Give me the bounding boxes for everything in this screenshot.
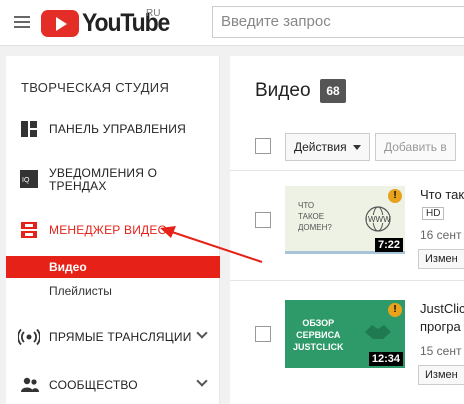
- sidebar-subitem-playlists[interactable]: Плейлисты: [6, 280, 220, 302]
- sidebar-item-community[interactable]: СООБЩЕСТВО: [6, 374, 220, 396]
- sidebar-heading: ТВОРЧЕСКАЯ СТУДИЯ: [21, 80, 170, 95]
- svg-text:IQ: IQ: [22, 177, 30, 184]
- select-all-checkbox[interactable]: [255, 138, 271, 154]
- video-thumbnail[interactable]: ОБЗОР СЕРВИСА JUSTCLICK ! 12:34: [285, 300, 405, 368]
- divider: [230, 170, 464, 171]
- menu-icon[interactable]: [14, 16, 30, 28]
- warning-icon: !: [388, 303, 402, 317]
- trends-icon: IQ: [20, 170, 38, 188]
- edit-button[interactable]: Измен: [418, 365, 464, 385]
- thumbnail-text: ОБЗОР СЕРВИСА JUSTCLICK: [293, 318, 344, 352]
- caret-down-icon: [352, 145, 361, 151]
- hd-badge: HD: [422, 207, 445, 220]
- video-date: 16 сент: [420, 228, 462, 242]
- video-list-panel: Видео 68 Действия Добавить в ЧТО ТАКОЕ Д…: [230, 56, 464, 404]
- sidebar-item-video-manager[interactable]: МЕНЕДЖЕР ВИДЕО: [6, 218, 220, 242]
- video-date: 15 сент: [420, 344, 462, 358]
- sidebar-item-label-line2: ТРЕНДАХ: [49, 179, 107, 193]
- region-label: RU: [146, 8, 161, 19]
- video-duration: 7:22: [374, 238, 403, 252]
- sidebar-item-dashboard[interactable]: ПАНЕЛЬ УПРАВЛЕНИЯ: [6, 118, 220, 140]
- sidebar-item-label: ПРЯМЫЕ ТРАНСЛЯЦИИ: [49, 330, 192, 344]
- sidebar-item-label: СООБЩЕСТВО: [49, 378, 138, 392]
- subitem-label: Видео: [49, 260, 87, 274]
- community-icon: [21, 377, 39, 392]
- video-count-badge: 68: [320, 79, 346, 103]
- video-thumbnail[interactable]: ЧТО ТАКОЕ ДОМЕН? WWW ! 7:22: [285, 186, 405, 254]
- chevron-down-icon[interactable]: [196, 375, 208, 387]
- sidebar-item-trends[interactable]: IQ УВЕДОМЛЕНИЯ О ТРЕНДАХ: [6, 164, 220, 194]
- add-to-label: Добавить в: [384, 140, 447, 154]
- divider: [230, 280, 464, 281]
- sidebar-item-label: ПАНЕЛЬ УПРАВЛЕНИЯ: [49, 122, 186, 136]
- add-to-button[interactable]: Добавить в: [375, 133, 456, 161]
- globe-icon: WWW: [365, 206, 391, 232]
- chevron-down-icon[interactable]: [196, 327, 208, 339]
- video-manager-icon: [21, 222, 37, 238]
- sidebar-item-label: МЕНЕДЖЕР ВИДЕО: [49, 223, 168, 237]
- video-title[interactable]: JustClick: [420, 301, 464, 316]
- actions-label: Действия: [294, 140, 347, 154]
- edit-button[interactable]: Измен: [418, 249, 464, 269]
- thumbnail-text: ЧТО ТАКОЕ ДОМЕН?: [298, 201, 332, 232]
- sidebar-item-live[interactable]: ПРЯМЫЕ ТРАНСЛЯЦИИ: [6, 326, 220, 348]
- svg-text:WWW: WWW: [368, 215, 391, 224]
- video-duration: 12:34: [368, 352, 403, 366]
- subitem-label: Плейлисты: [49, 284, 112, 298]
- row-checkbox[interactable]: [255, 212, 271, 228]
- live-icon: [18, 328, 40, 346]
- dashboard-icon: [21, 121, 37, 137]
- video-title-line2[interactable]: програ: [420, 319, 461, 334]
- handshake-icon: [365, 325, 391, 339]
- youtube-creator-studio: YouTube RU Введите запрос ТВОРЧЕСКАЯ СТУ…: [0, 0, 464, 404]
- search-input[interactable]: Введите запрос: [212, 6, 464, 38]
- youtube-play-icon: [41, 9, 79, 37]
- video-title[interactable]: Что так: [420, 187, 464, 202]
- warning-icon: !: [388, 189, 402, 203]
- sidebar-subitem-videos[interactable]: Видео: [6, 256, 220, 278]
- page-title: Видео: [255, 80, 311, 101]
- row-checkbox[interactable]: [255, 326, 271, 342]
- studio-sidebar: ТВОРЧЕСКАЯ СТУДИЯ ПАНЕЛЬ УПРАВЛЕНИЯ IQ У…: [6, 56, 220, 404]
- top-bar: YouTube RU Введите запрос: [0, 0, 464, 46]
- actions-dropdown[interactable]: Действия: [285, 133, 370, 161]
